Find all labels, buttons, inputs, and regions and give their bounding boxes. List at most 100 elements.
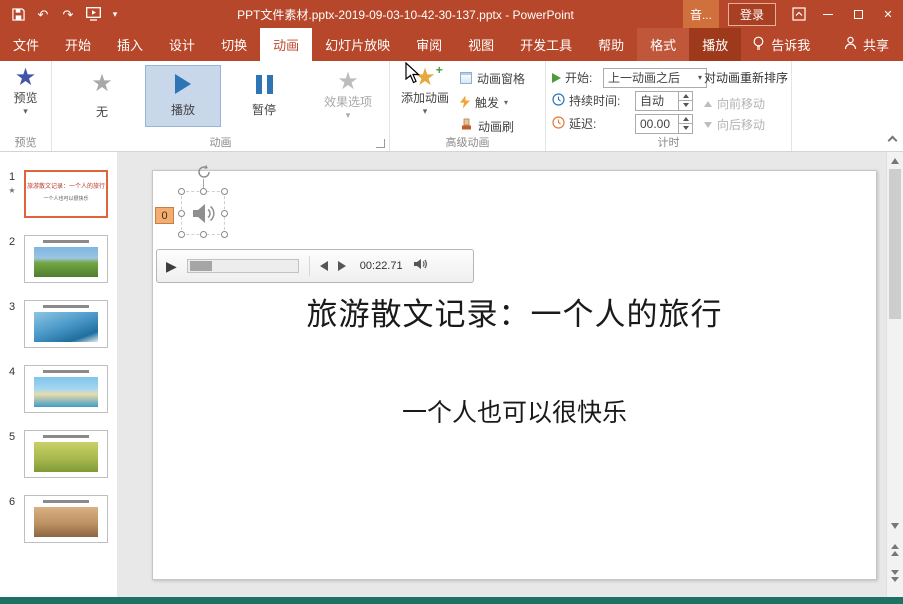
tab-insert[interactable]: 插入	[104, 28, 156, 61]
timing-group-label: 计时	[546, 134, 791, 150]
tab-review[interactable]: 审阅	[403, 28, 455, 61]
tell-me-button[interactable]: 告诉我	[741, 28, 821, 61]
previous-slide-button[interactable]	[887, 539, 903, 561]
selection-handle[interactable]	[178, 188, 185, 195]
scroll-down-icon[interactable]	[887, 518, 903, 533]
slide-number-column: 2	[0, 235, 24, 248]
animation-pause-button[interactable]: 暂停	[226, 65, 302, 127]
slide-title[interactable]: 旅游散文记录：一个人的旅行	[153, 289, 876, 334]
selection-handle[interactable]	[178, 231, 185, 238]
trigger-button[interactable]: 触发 ▾	[460, 92, 525, 112]
quick-access-toolbar: ↶ ↷ ▾	[0, 6, 128, 22]
tab-help[interactable]: 帮助	[585, 28, 637, 61]
move-later-button[interactable]: 向后移动	[704, 114, 788, 135]
slide-thumbnail-1[interactable]: 1 ★ 旅游散文记录：一个人的旅行 一个人也可以很快乐	[0, 170, 117, 218]
add-animation-button[interactable]: ★ + 添加动画 ▾	[394, 61, 456, 116]
sign-in-button[interactable]: 登录	[728, 3, 776, 26]
tell-me-label: 告诉我	[771, 35, 810, 54]
field-photo	[34, 442, 98, 472]
selection-handle[interactable]	[221, 210, 228, 217]
start-dropdown[interactable]: 上一动画之后 ▾	[603, 68, 707, 88]
audio-object[interactable]	[181, 191, 225, 235]
thumbnail-image	[24, 430, 108, 478]
minimize-button[interactable]	[813, 0, 843, 28]
spinner-arrows-icon[interactable]	[678, 92, 692, 110]
tab-format[interactable]: 格式	[637, 28, 689, 61]
slide-thumbnail-4[interactable]: 4	[0, 365, 117, 413]
selection-handle[interactable]	[200, 231, 207, 238]
delay-spinner[interactable]: 00.00	[635, 114, 693, 134]
landscape-photo	[34, 247, 98, 277]
vertical-scrollbar[interactable]	[886, 152, 903, 597]
slide-thumbnail-2[interactable]: 2	[0, 235, 117, 283]
slide-subtitle[interactable]: 一个人也可以很快乐	[153, 393, 876, 429]
plus-icon: +	[436, 63, 443, 77]
spinner-arrows-icon[interactable]	[678, 115, 692, 133]
thumbnail-image	[24, 235, 108, 283]
tab-slideshow[interactable]: 幻灯片放映	[312, 28, 403, 61]
selection-handle[interactable]	[178, 210, 185, 217]
audio-playback-bar: ▶ 00:22.71	[156, 249, 474, 283]
animation-number-badge[interactable]: 0	[155, 207, 174, 224]
tab-design[interactable]: 设计	[156, 28, 208, 61]
preview-button[interactable]: ★ 预览 ▾	[0, 61, 51, 116]
tab-animations[interactable]: 动画	[260, 28, 312, 61]
preview-group-label: 预览	[0, 134, 51, 150]
undo-icon[interactable]: ↶	[35, 6, 51, 22]
audio-step-back-icon[interactable]	[320, 261, 328, 271]
share-button[interactable]: 共享	[830, 28, 903, 61]
duration-clock-icon	[552, 93, 565, 109]
start-from-beginning-icon[interactable]	[85, 6, 101, 22]
animation-gallery: ★ 无 播放 暂停	[64, 65, 302, 127]
preview-star-icon: ★	[15, 66, 37, 90]
selection-handle[interactable]	[221, 231, 228, 238]
share-label: 共享	[863, 35, 889, 54]
collapse-ribbon-icon[interactable]	[888, 136, 898, 146]
animation-play-button[interactable]: 播放	[145, 65, 221, 127]
volume-icon[interactable]	[413, 257, 428, 276]
customize-qat-icon[interactable]: ▾	[110, 6, 120, 22]
tab-home[interactable]: 开始	[52, 28, 104, 61]
tab-transitions[interactable]: 切换	[208, 28, 260, 61]
effect-options-label: 效果选项	[324, 96, 372, 109]
audio-play-button[interactable]: ▶	[166, 259, 177, 273]
audio-timeline-thumb[interactable]	[190, 261, 212, 271]
slide-thumbnail-3[interactable]: 3	[0, 300, 117, 348]
slide-number: 4	[9, 366, 15, 378]
up-arrow-icon	[704, 101, 712, 107]
close-button[interactable]: ✕	[873, 0, 903, 28]
tab-developer[interactable]: 开发工具	[507, 28, 585, 61]
scroll-up-icon[interactable]	[887, 153, 903, 168]
audio-speaker-icon	[190, 200, 217, 232]
ribbon-display-options-icon[interactable]	[785, 0, 813, 28]
tab-file[interactable]: 文件	[0, 28, 52, 61]
workspace: 1 ★ 旅游散文记录：一个人的旅行 一个人也可以很快乐 2 3 4 5 6	[0, 152, 903, 597]
reorder-animation: 对动画重新排序 向前移动 向后移动	[704, 69, 788, 135]
slide-canvas[interactable]: 0 ▶	[152, 170, 877, 580]
next-slide-button[interactable]	[887, 565, 903, 587]
slide-thumbnail-6[interactable]: 6	[0, 495, 117, 543]
selection-handle[interactable]	[221, 188, 228, 195]
selection-handle[interactable]	[200, 188, 207, 195]
animation-none-button[interactable]: ★ 无	[64, 65, 140, 127]
move-earlier-button[interactable]: 向前移动	[704, 93, 788, 114]
animation-pane-icon	[460, 72, 472, 84]
save-icon[interactable]	[10, 6, 26, 22]
duration-spinner[interactable]: 自动	[635, 91, 693, 111]
sea-photo	[34, 312, 98, 342]
tab-view[interactable]: 视图	[455, 28, 507, 61]
desert-photo	[34, 507, 98, 537]
maximize-button[interactable]	[843, 0, 873, 28]
tab-playback[interactable]: 播放	[689, 28, 741, 61]
scrollbar-thumb[interactable]	[889, 169, 901, 319]
redo-icon[interactable]: ↷	[60, 6, 76, 22]
slide-thumbnail-5[interactable]: 5	[0, 430, 117, 478]
audio-timeline[interactable]	[187, 259, 299, 273]
animation-painter-button[interactable]: 动画刷	[460, 116, 525, 136]
lightning-icon	[460, 96, 470, 109]
effect-options-button[interactable]: ★ 效果选项 ▾	[310, 65, 386, 120]
audio-step-forward-icon[interactable]	[338, 261, 346, 271]
thumbnail-image	[24, 365, 108, 413]
animation-pane-button[interactable]: 动画窗格	[460, 68, 525, 88]
rotation-handle[interactable]	[196, 164, 212, 180]
